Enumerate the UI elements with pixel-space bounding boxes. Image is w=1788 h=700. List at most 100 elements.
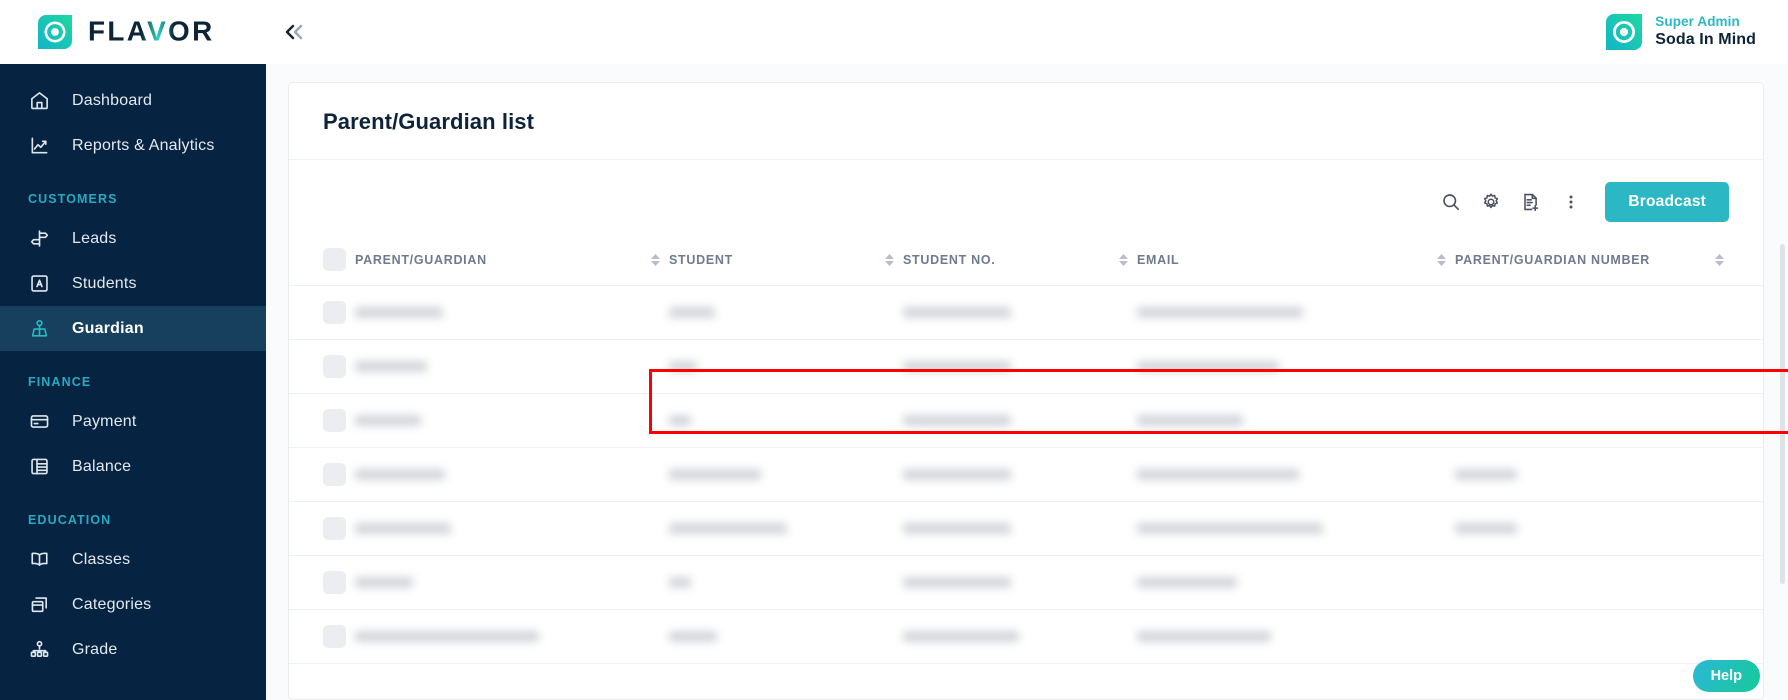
redacted-value — [355, 631, 539, 642]
row-more-vertical-icon[interactable] — [1758, 520, 1763, 538]
sidebar-item-categories[interactable]: Categories — [0, 582, 266, 627]
redacted-value — [903, 307, 1011, 318]
more-vertical-icon[interactable] — [1551, 185, 1591, 219]
row-checkbox[interactable] — [323, 517, 346, 540]
redacted-value — [669, 523, 787, 534]
column-header-parent-guardian[interactable]: PARENT/GUARDIAN — [355, 238, 647, 286]
redacted-value — [355, 361, 427, 372]
redacted-value — [903, 361, 1011, 372]
brand-logo[interactable]: FLAVOR — [0, 15, 272, 49]
cell-spacer — [1711, 555, 1733, 610]
broadcast-button[interactable]: Broadcast — [1605, 182, 1729, 222]
row-checkbox[interactable] — [323, 355, 346, 378]
row-more-vertical-icon[interactable] — [1758, 358, 1763, 376]
body-row: Dashboard Reports & Analytics CUSTOMERS — [0, 64, 1788, 700]
user-menu[interactable]: Super Admin Soda In Mind — [1606, 14, 1788, 51]
export-document-icon[interactable] — [1511, 185, 1551, 219]
sidebar-item-students[interactable]: Students — [0, 261, 266, 306]
cell-student — [669, 501, 881, 556]
row-checkbox[interactable] — [323, 301, 346, 324]
row-more-vertical-icon[interactable] — [1758, 304, 1763, 322]
sort-arrows-icon — [1433, 253, 1449, 266]
row-more-vertical-icon[interactable] — [1758, 466, 1763, 484]
layers-icon — [28, 593, 51, 616]
row-actions-cell — [1733, 393, 1763, 448]
table-row[interactable] — [289, 285, 1763, 340]
redacted-value — [669, 361, 697, 372]
row-more-vertical-icon[interactable] — [1758, 628, 1763, 646]
column-header-student-no[interactable]: STUDENT NO. — [903, 238, 1115, 286]
user-text: Super Admin Soda In Mind — [1655, 14, 1756, 51]
table-page-indicator[interactable] — [1733, 238, 1763, 286]
redacted-value — [1137, 523, 1323, 534]
table-row[interactable] — [289, 501, 1763, 556]
table-row[interactable] — [289, 609, 1763, 664]
select-all-cell — [289, 238, 355, 286]
sidebar-item-reports-analytics[interactable]: Reports & Analytics — [0, 123, 266, 168]
table-row[interactable] — [289, 393, 1763, 448]
gear-icon[interactable] — [1471, 185, 1511, 219]
sort-parent-guardian-number[interactable] — [1711, 238, 1733, 286]
sidebar-item-payment[interactable]: Payment — [0, 399, 266, 444]
sidebar-item-leads[interactable]: Leads — [0, 216, 266, 261]
row-actions-cell — [1733, 447, 1763, 502]
select-all-checkbox[interactable] — [323, 248, 346, 271]
cell-spacer — [1711, 447, 1733, 502]
cell-spacer — [647, 339, 669, 394]
column-header-student[interactable]: STUDENT — [669, 238, 881, 286]
sidebar-item-guardian[interactable]: Guardian — [0, 306, 266, 351]
table-scroll-area[interactable]: PARENT/GUARDIAN STUDENT STUDENT NO. EMAI… — [289, 238, 1763, 699]
sidebar-item-grade[interactable]: Grade — [0, 627, 266, 672]
vertical-scrollbar[interactable] — [1780, 244, 1785, 584]
id-card-icon — [28, 272, 51, 295]
table-row[interactable] — [289, 339, 1763, 394]
cell-parent-guardian — [355, 447, 647, 502]
cell-spacer — [1433, 609, 1455, 664]
column-header-email[interactable]: EMAIL — [1137, 238, 1433, 286]
sort-email[interactable] — [1433, 238, 1455, 286]
cell-parent-guardian-number — [1455, 555, 1711, 610]
row-actions-cell — [1733, 555, 1763, 610]
cell-email — [1137, 555, 1433, 610]
row-more-vertical-icon[interactable] — [1758, 574, 1763, 592]
cell-parent-guardian — [355, 393, 647, 448]
cell-spacer — [1115, 339, 1137, 394]
row-checkbox[interactable] — [323, 625, 346, 648]
user-name: Soda In Mind — [1655, 31, 1756, 49]
table-row[interactable] — [289, 555, 1763, 610]
help-button[interactable]: Help — [1692, 660, 1760, 692]
row-actions-cell — [1733, 339, 1763, 394]
column-header-parent-guardian-number[interactable]: PARENT/GUARDIAN NUMBER — [1455, 238, 1711, 286]
search-icon[interactable] — [1431, 185, 1471, 219]
sidebar-item-classes[interactable]: Classes — [0, 537, 266, 582]
row-checkbox[interactable] — [323, 463, 346, 486]
redacted-value — [1455, 523, 1517, 534]
sidebar-collapse-button[interactable] — [278, 15, 312, 49]
cell-spacer — [1433, 285, 1455, 340]
sidebar-section-customers: CUSTOMERS — [28, 192, 118, 206]
cell-student — [669, 285, 881, 340]
row-checkbox[interactable] — [323, 409, 346, 432]
row-checkbox[interactable] — [323, 571, 346, 594]
main-content: Parent/Guardian list Broadcast PARENT/GU… — [266, 64, 1788, 700]
sort-student-no[interactable] — [1115, 238, 1137, 286]
sort-parent-guardian[interactable] — [647, 238, 669, 286]
cell-spacer — [1433, 447, 1455, 502]
redacted-value — [1137, 361, 1279, 372]
sort-student[interactable] — [881, 238, 903, 286]
cell-spacer — [1711, 501, 1733, 556]
row-more-vertical-icon[interactable] — [1758, 412, 1763, 430]
user-role: Super Admin — [1655, 13, 1740, 29]
cell-spacer — [647, 447, 669, 502]
ledger-icon — [28, 455, 51, 478]
sidebar-item-label: Categories — [72, 595, 152, 613]
sidebar: Dashboard Reports & Analytics CUSTOMERS — [0, 64, 266, 700]
guardian-table: PARENT/GUARDIAN STUDENT STUDENT NO. EMAI… — [289, 238, 1763, 664]
card-header: Parent/Guardian list — [289, 83, 1763, 160]
table-row[interactable] — [289, 447, 1763, 502]
sidebar-item-dashboard[interactable]: Dashboard — [0, 78, 266, 123]
sidebar-item-balance[interactable]: Balance — [0, 444, 266, 489]
redacted-value — [903, 523, 1011, 534]
analytics-icon — [28, 134, 51, 157]
book-open-icon — [28, 548, 51, 571]
